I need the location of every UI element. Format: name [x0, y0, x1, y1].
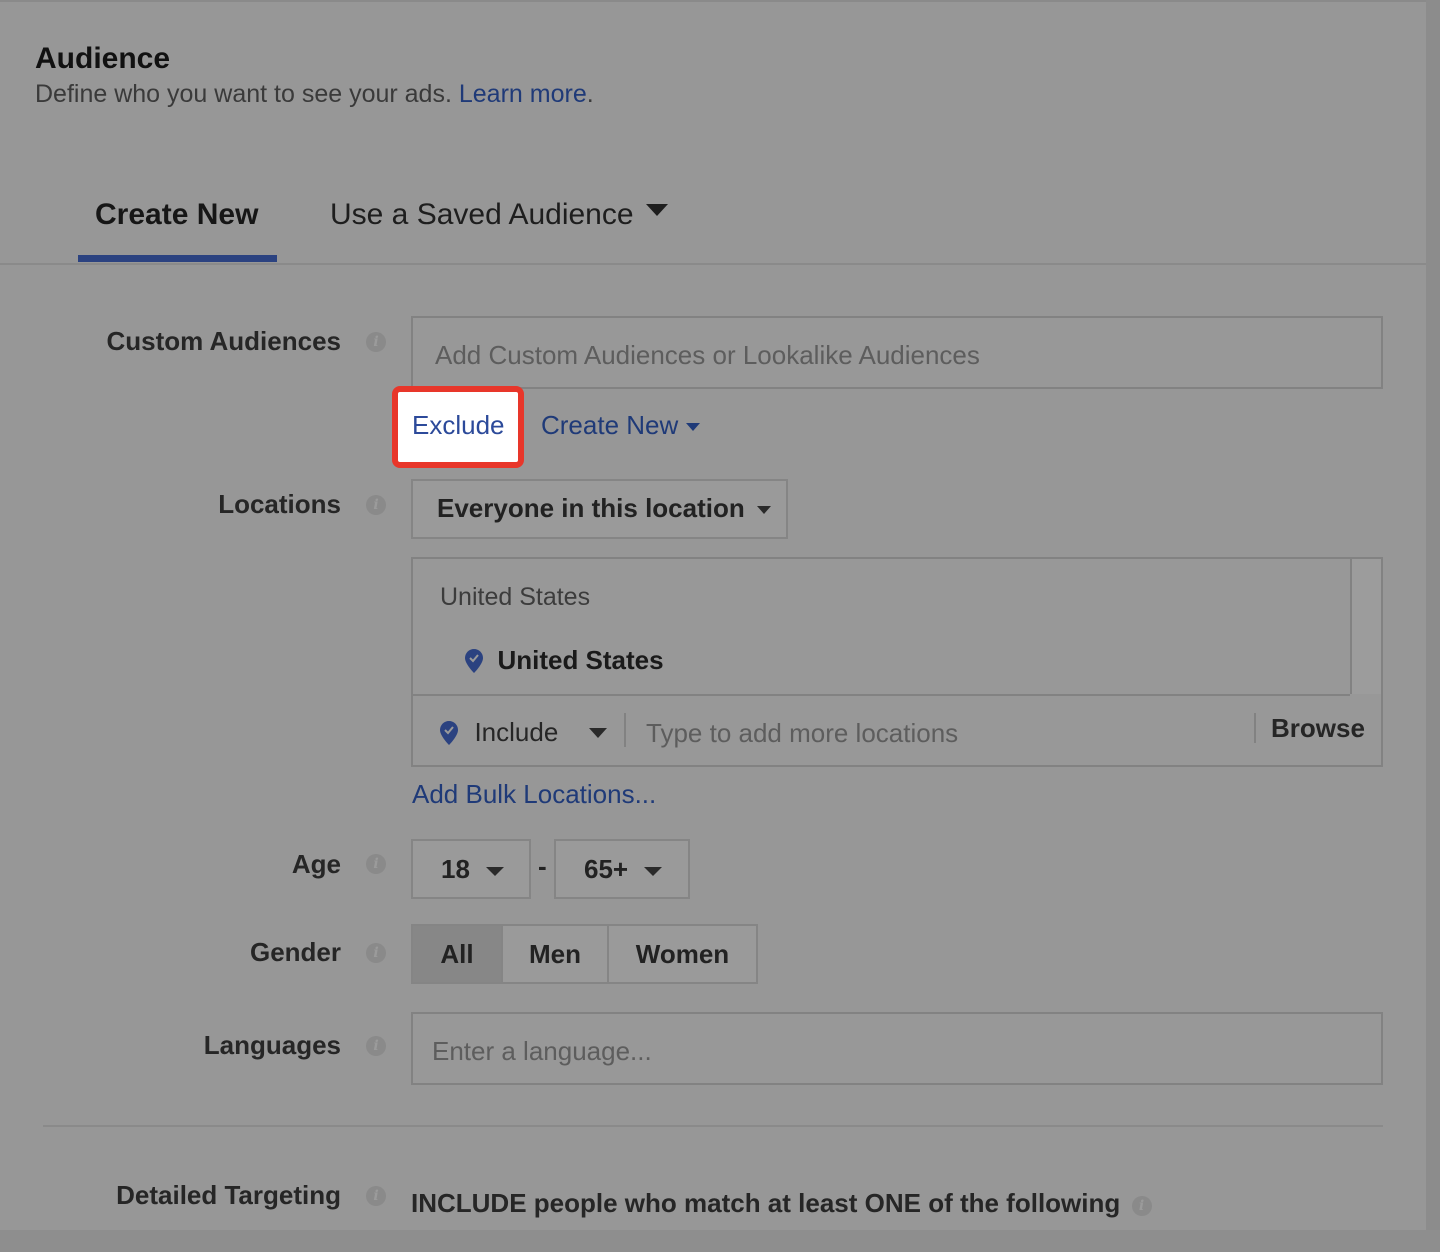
browse-button[interactable]: Browse	[1271, 713, 1365, 744]
add-bulk-locations-link[interactable]: Add Bulk Locations...	[412, 779, 656, 810]
subtitle-period: .	[586, 80, 594, 108]
custom-audiences-label: Custom Audiences	[106, 326, 341, 356]
section-title: Audience	[35, 42, 171, 75]
chevron-down-icon	[756, 506, 771, 515]
location-type-dropdown[interactable]: Everyone in this location	[411, 479, 788, 539]
info-icon[interactable]: i	[366, 1036, 386, 1056]
info-icon[interactable]: i	[1131, 1196, 1152, 1216]
age-max-dropdown[interactable]: 65+	[554, 839, 690, 899]
custom-audiences-placeholder: Add Custom Audiences or Lookalike Audien…	[435, 340, 980, 370]
detailed-targeting-label: Detailed Targeting	[116, 1180, 341, 1210]
include-dropdown[interactable]: Include	[440, 717, 607, 748]
audience-panel: Audience Define who you want to see your…	[0, 0, 1426, 1232]
tab-saved-audience[interactable]: Use a Saved Audience	[330, 198, 668, 232]
tab-saved-audience-label: Use a Saved Audience	[330, 198, 634, 231]
age-min-value: 18	[441, 854, 470, 884]
selected-location-label: United States	[497, 645, 664, 675]
chevron-down-icon	[645, 204, 668, 217]
scrollbar[interactable]	[1350, 559, 1381, 694]
location-search-input[interactable]: Type to add more locations	[646, 718, 958, 749]
age-min-dropdown[interactable]: 18	[411, 839, 531, 899]
selected-locations-list: United States United States	[413, 559, 1350, 696]
info-icon[interactable]: i	[366, 943, 386, 963]
include-label: Include	[474, 717, 559, 747]
chevron-down-icon	[686, 423, 701, 432]
age-max-value: 65+	[584, 854, 629, 884]
active-tab-indicator	[78, 255, 277, 262]
section-subtitle: Define who you want to see your ads. Lea…	[35, 80, 594, 109]
chevron-down-icon	[588, 727, 607, 738]
subtitle-text: Define who you want to see your ads.	[35, 80, 452, 108]
selected-location-item[interactable]: United States	[465, 645, 664, 676]
section-divider	[43, 1125, 1383, 1127]
locations-box: United States United States Include Type…	[411, 557, 1383, 767]
include-separator	[624, 713, 626, 747]
gender-all-button[interactable]: All	[411, 924, 503, 984]
location-pin-icon	[440, 720, 458, 745]
detailed-targeting-description: INCLUDE people who match at least ONE of…	[411, 1188, 1121, 1218]
bottom-edge	[0, 1230, 1440, 1252]
languages-placeholder: Enter a language...	[432, 1036, 652, 1066]
exclude-link[interactable]: Exclude	[412, 410, 505, 441]
create-new-audience-label: Create New	[541, 410, 679, 440]
age-separator: -	[538, 851, 547, 881]
info-icon[interactable]: i	[366, 332, 386, 352]
detailed-targeting-text: INCLUDE people who match at least ONE of…	[411, 1188, 1152, 1219]
location-type-value: Everyone in this location	[437, 493, 745, 523]
gender-men-button[interactable]: Men	[501, 924, 609, 984]
location-pin-icon	[465, 648, 483, 673]
create-new-audience-link[interactable]: Create New	[541, 410, 701, 441]
age-label: Age	[291, 849, 341, 879]
right-edge	[1426, 0, 1440, 1252]
tabs-divider	[0, 263, 1426, 265]
locations-label: Locations	[218, 489, 341, 519]
info-icon[interactable]: i	[366, 1186, 386, 1206]
custom-audiences-input[interactable]: Add Custom Audiences or Lookalike Audien…	[411, 316, 1383, 389]
gender-women-button[interactable]: Women	[607, 924, 758, 984]
info-icon[interactable]: i	[366, 854, 386, 874]
info-icon[interactable]: i	[366, 495, 386, 515]
learn-more-link[interactable]: Learn more	[459, 80, 587, 108]
languages-input[interactable]: Enter a language...	[411, 1012, 1383, 1085]
chevron-down-icon	[644, 866, 663, 876]
location-group-header: United States	[440, 583, 591, 611]
tab-create-new[interactable]: Create New	[95, 198, 258, 232]
languages-label: Languages	[203, 1030, 341, 1060]
gender-label: Gender	[249, 937, 341, 967]
chevron-down-icon	[485, 866, 504, 876]
browse-separator	[1254, 713, 1256, 743]
